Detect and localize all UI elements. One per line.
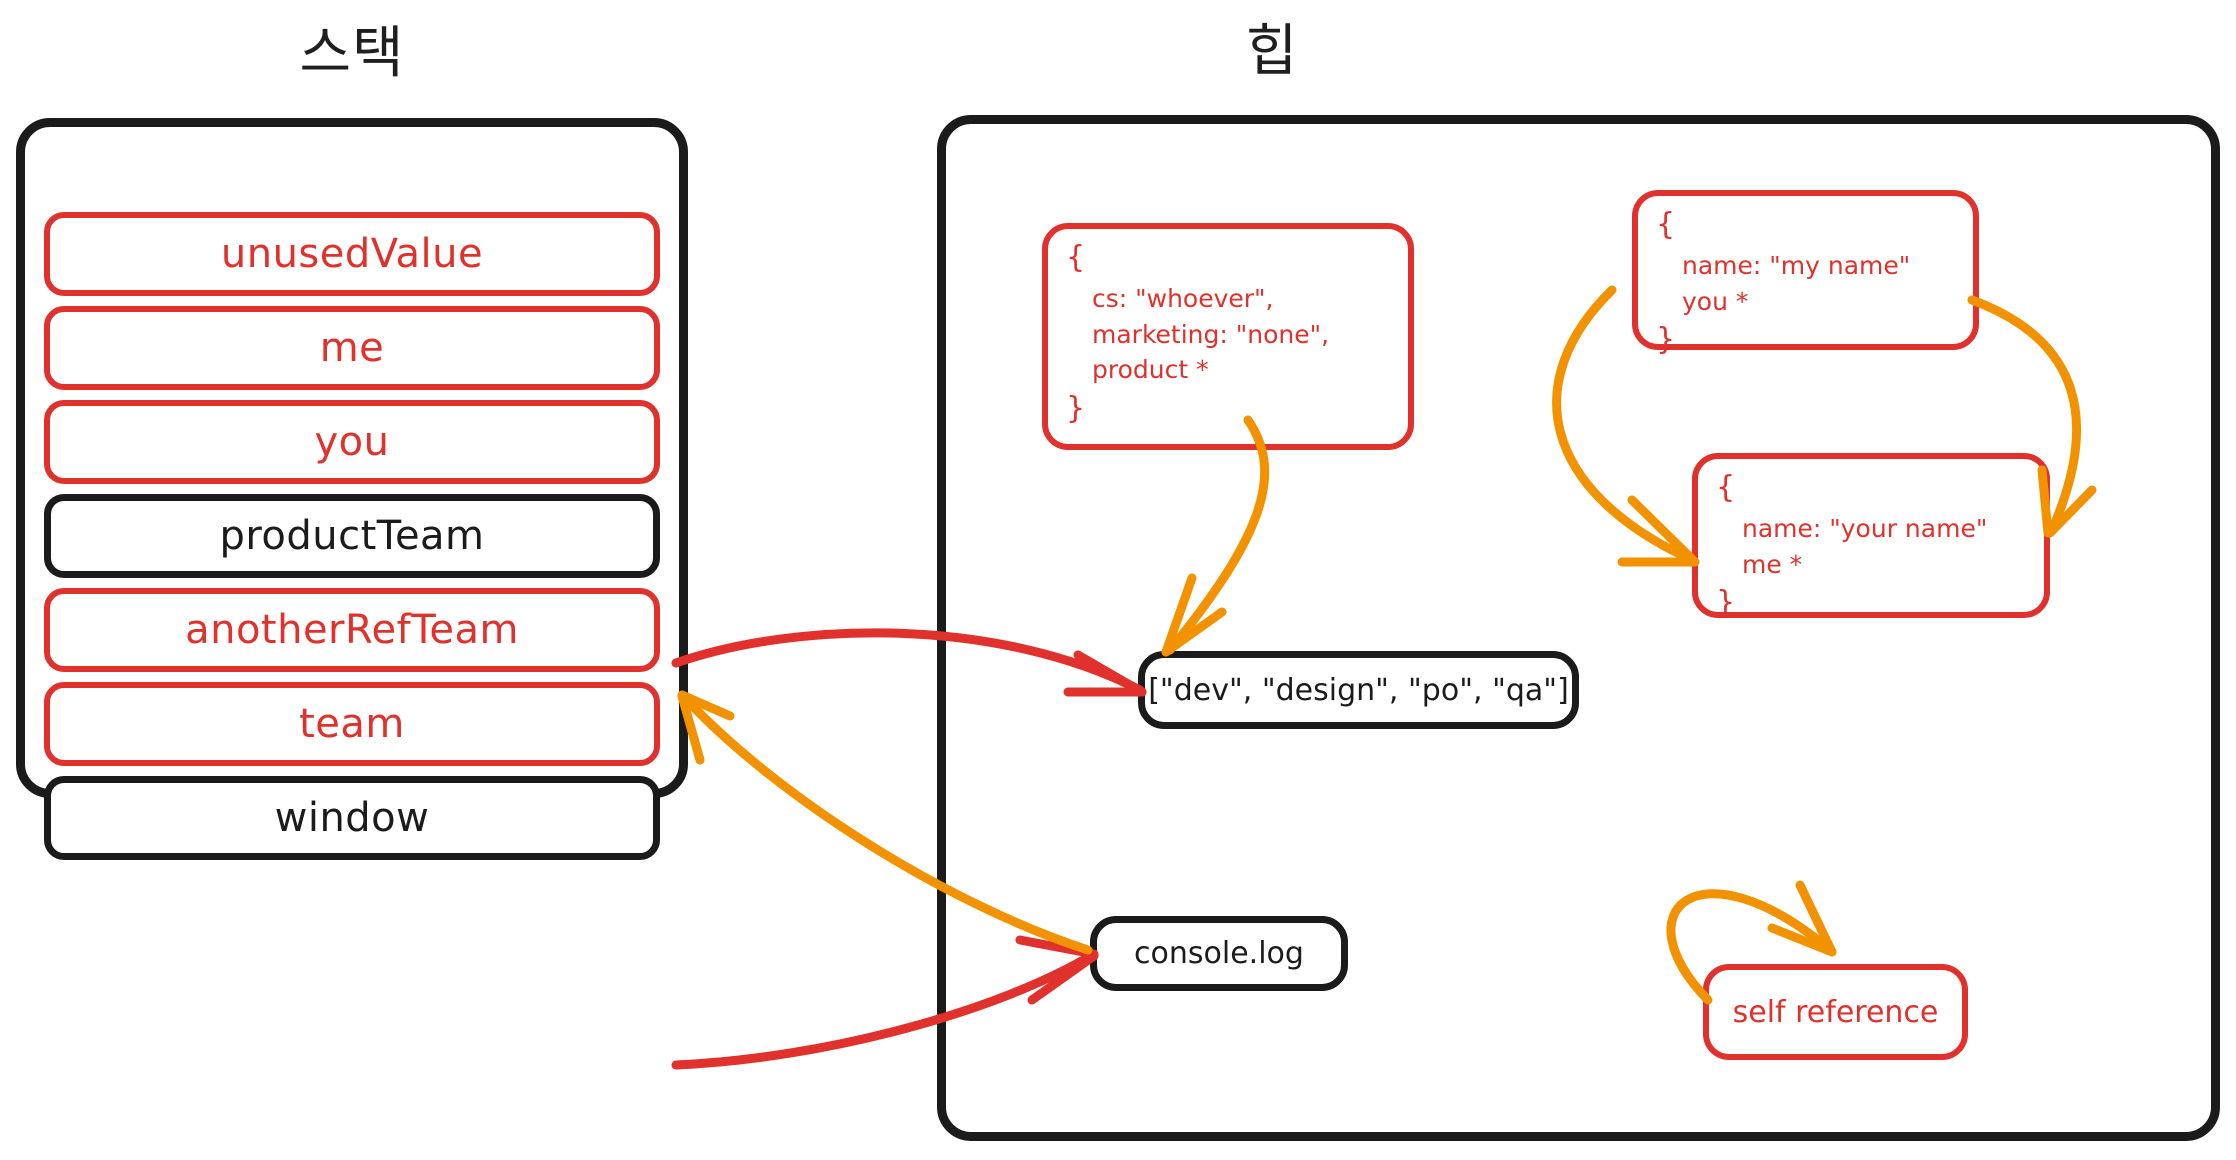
- stack-frame-unused-value[interactable]: unusedValue: [44, 212, 660, 296]
- stack-frame-label: team: [299, 701, 405, 747]
- object-property-line: name: "your name": [1742, 514, 1988, 543]
- object-property-line: cs: "whoever",: [1092, 284, 1274, 313]
- stack-panel-title: 스택: [299, 21, 405, 86]
- stack-frame-label: anotherRefTeam: [185, 607, 519, 653]
- stack-frame-window[interactable]: window: [44, 776, 660, 860]
- heap-panel-title: 힙: [1245, 19, 1299, 84]
- object-property-line: product *: [1092, 355, 1209, 384]
- heap-node-product-team-object[interactable]: { cs: "whoever", marketing: "none", prod…: [1042, 223, 1414, 450]
- stack-frame-me[interactable]: me: [44, 306, 660, 390]
- heap-node-your-name-object[interactable]: { name: "your name" me * }: [1692, 453, 2050, 618]
- heap-node-team-array[interactable]: ["dev", "design", "po", "qa"]: [1138, 651, 1579, 729]
- object-body: cs: "whoever", marketing: "none", produc…: [1066, 281, 1390, 388]
- self-reference-label: self reference: [1732, 994, 1939, 1030]
- team-array-label: ["dev", "design", "po", "qa"]: [1148, 672, 1569, 708]
- open-brace: {: [1716, 470, 1736, 505]
- console-log-label: console.log: [1134, 936, 1304, 971]
- open-brace: {: [1656, 207, 1676, 242]
- close-brace: }: [1656, 322, 1676, 357]
- object-property-line: me *: [1742, 549, 1803, 579]
- stack-frame-team[interactable]: team: [44, 682, 660, 766]
- object-body: name: "my name" you *: [1656, 248, 1955, 319]
- close-brace: }: [1066, 390, 1086, 426]
- heap-node-my-name-object[interactable]: { name: "my name" you * }: [1632, 190, 1979, 355]
- heap-node-console-log[interactable]: console.log: [1090, 916, 1348, 991]
- stack-frame-label: me: [319, 325, 385, 371]
- stack-frame-label: window: [274, 795, 430, 841]
- stack-frame-you[interactable]: you: [44, 400, 660, 484]
- open-brace: {: [1066, 240, 1086, 275]
- stack-frame-product-team[interactable]: productTeam: [44, 494, 660, 578]
- object-property-line: name: "my name": [1682, 251, 1911, 280]
- stack-frame-list: unusedValue me you productTeam anotherRe…: [44, 212, 660, 860]
- object-body: name: "your name" me *: [1716, 511, 2026, 582]
- object-property-line: marketing: "none",: [1092, 319, 1330, 349]
- stack-frame-another-ref-team[interactable]: anotherRefTeam: [44, 588, 660, 672]
- close-brace: }: [1716, 585, 1736, 620]
- stack-frame-label: you: [314, 419, 390, 465]
- heap-node-self-reference[interactable]: self reference: [1703, 964, 1968, 1060]
- stack-frame-label: unusedValue: [220, 231, 484, 277]
- object-property-line: you *: [1682, 286, 1749, 316]
- stack-frame-label: productTeam: [219, 513, 485, 559]
